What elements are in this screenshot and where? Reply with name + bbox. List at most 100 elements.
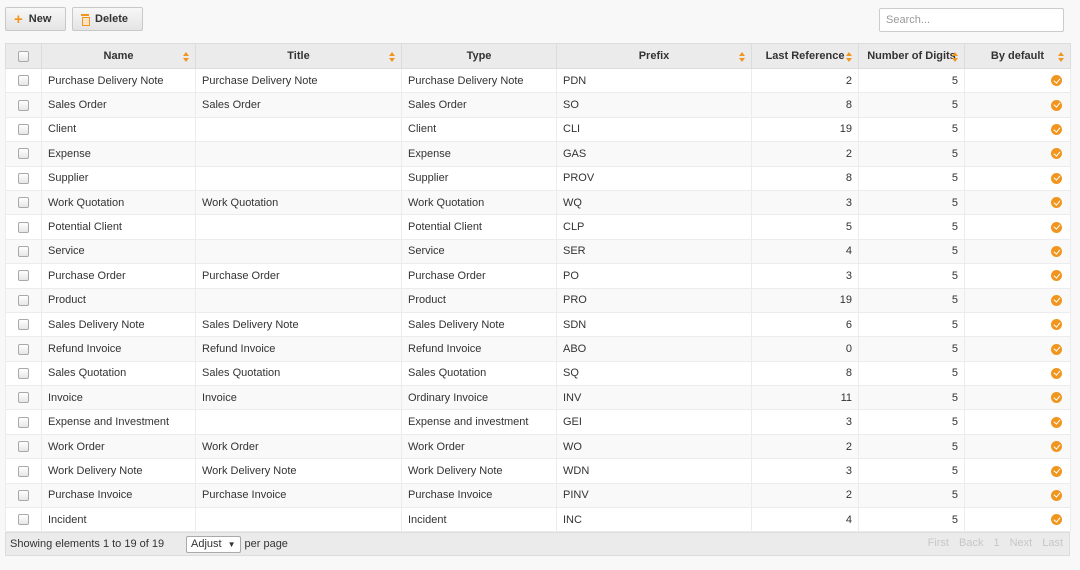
cell-prefix: WQ — [556, 189, 752, 216]
table-row[interactable]: Sales Quotation Sales Quotation Sales Quot… — [5, 360, 1071, 387]
row-checkbox[interactable] — [18, 221, 29, 233]
table-row[interactable]: Expense and Investment Expense and invest… — [5, 409, 1071, 435]
column-header-name[interactable]: Name — [41, 43, 196, 69]
row-checkbox[interactable] — [18, 172, 29, 184]
check-circle-icon — [1051, 99, 1062, 111]
sort-icon[interactable] — [1058, 52, 1065, 62]
cell-last-reference: 2 — [751, 67, 859, 94]
cell-last-reference: 3 — [751, 458, 859, 484]
cell-number-of-digits: 5 — [858, 263, 965, 289]
sort-icon[interactable] — [739, 52, 746, 62]
cell-type: Ordinary Invoice — [401, 385, 557, 411]
row-checkbox[interactable] — [18, 465, 29, 477]
cell-name: Work Quotation — [41, 189, 196, 216]
cell-number-of-digits: 5 — [858, 165, 965, 191]
cell-name: Product — [41, 287, 196, 313]
cell-title: Sales Quotation — [195, 360, 402, 387]
check-circle-icon — [1051, 465, 1062, 477]
row-checkbox[interactable] — [18, 246, 29, 258]
cell-last-reference: 8 — [751, 165, 859, 191]
table-row[interactable]: Product Product PRO 19 5 — [5, 287, 1071, 313]
row-checkbox[interactable] — [18, 319, 29, 331]
first-page-link[interactable]: First — [928, 537, 949, 549]
row-checkbox[interactable] — [18, 148, 29, 160]
check-circle-icon — [1051, 124, 1062, 136]
last-page-link[interactable]: Last — [1042, 537, 1063, 549]
cell-by-default — [964, 189, 1071, 216]
row-select-cell — [5, 482, 42, 509]
table-row[interactable]: Potential Client Potential Client CLP 5 5 — [5, 214, 1071, 240]
row-checkbox[interactable] — [18, 441, 29, 453]
table-row[interactable]: Refund Invoice Refund Invoice Refund Invoi… — [5, 336, 1071, 362]
row-checkbox[interactable] — [18, 392, 29, 404]
table-row[interactable]: Purchase Delivery Note Purchase Delivery … — [5, 67, 1071, 94]
sort-icon[interactable] — [389, 52, 396, 62]
row-select-cell — [5, 67, 42, 94]
cell-by-default — [964, 214, 1071, 240]
column-header-label: Number of Digits — [867, 50, 956, 62]
table-row[interactable]: Expense Expense GAS 2 5 — [5, 141, 1071, 167]
select-all-checkbox[interactable] — [18, 50, 29, 62]
row-checkbox[interactable] — [18, 99, 29, 111]
current-page[interactable]: 1 — [993, 537, 999, 549]
column-header-by-default[interactable]: By default — [964, 43, 1071, 69]
row-checkbox[interactable] — [18, 416, 29, 428]
sort-icon[interactable] — [183, 52, 190, 62]
back-page-link[interactable]: Back — [959, 537, 983, 549]
row-checkbox[interactable] — [18, 75, 29, 87]
table-row[interactable]: Sales Delivery Note Sales Delivery Note Sa… — [5, 311, 1071, 338]
table-row[interactable]: Supplier Supplier PROV 8 5 — [5, 165, 1071, 191]
row-select-cell — [5, 458, 42, 484]
next-page-link[interactable]: Next — [1010, 537, 1033, 549]
page-size-select[interactable]: Adjust ▼ — [186, 535, 241, 553]
cell-prefix: CLP — [556, 214, 752, 240]
cell-last-reference: 2 — [751, 482, 859, 509]
row-checkbox[interactable] — [18, 197, 29, 209]
header-row: Name Title Type Prefix Last Reference Nu… — [5, 43, 1071, 69]
cell-by-default — [964, 311, 1071, 338]
table-row[interactable]: Work Delivery Note Work Delivery Note Work… — [5, 458, 1071, 484]
table-row[interactable]: Purchase Order Purchase Order Purchase Ord… — [5, 263, 1071, 289]
check-circle-icon — [1051, 416, 1062, 428]
row-checkbox[interactable] — [18, 489, 29, 501]
sort-icon[interactable] — [846, 52, 853, 62]
column-header-last-reference[interactable]: Last Reference — [751, 43, 859, 69]
column-header-label: Name — [103, 50, 134, 62]
cell-number-of-digits: 5 — [858, 507, 965, 533]
cell-number-of-digits: 5 — [858, 360, 965, 387]
delete-button[interactable]: Delete — [72, 7, 143, 31]
sort-icon[interactable] — [952, 52, 959, 62]
check-circle-icon — [1051, 441, 1062, 453]
table-row[interactable]: Work Order Work Order Work Order WO 2 5 — [5, 433, 1071, 460]
table-row[interactable]: Purchase Invoice Purchase Invoice Purchase… — [5, 482, 1071, 509]
table-row[interactable]: Work Quotation Work Quotation Work Quotati… — [5, 189, 1071, 216]
cell-by-default — [964, 165, 1071, 191]
cell-by-default — [964, 92, 1071, 118]
cell-last-reference: 4 — [751, 507, 859, 533]
column-header-number-of-digits[interactable]: Number of Digits — [858, 43, 965, 69]
cell-last-reference: 11 — [751, 385, 859, 411]
column-header-type[interactable]: Type — [401, 43, 557, 69]
cell-by-default — [964, 263, 1071, 289]
table-row[interactable]: Sales Order Sales Order Sales Order SO 8 5 — [5, 92, 1071, 118]
row-checkbox[interactable] — [18, 514, 29, 526]
cell-name: Supplier — [41, 165, 196, 191]
table-row[interactable]: Client Client CLI 19 5 — [5, 116, 1071, 143]
table-row[interactable]: Incident Incident INC 4 5 — [5, 507, 1071, 533]
new-button[interactable]: + New — [5, 7, 66, 31]
column-header-title[interactable]: Title — [195, 43, 402, 69]
table-row[interactable]: Service Service SER 4 5 — [5, 238, 1071, 265]
column-header-prefix[interactable]: Prefix — [556, 43, 752, 69]
table-row[interactable]: Invoice Invoice Ordinary Invoice INV 11 5 — [5, 385, 1071, 411]
cell-last-reference: 3 — [751, 409, 859, 435]
row-checkbox[interactable] — [18, 270, 29, 282]
cell-last-reference: 6 — [751, 311, 859, 338]
row-checkbox[interactable] — [18, 343, 29, 355]
cell-by-default — [964, 141, 1071, 167]
row-checkbox[interactable] — [18, 367, 29, 379]
cell-name: Sales Quotation — [41, 360, 196, 387]
cell-last-reference: 2 — [751, 141, 859, 167]
row-checkbox[interactable] — [18, 124, 29, 136]
search-input[interactable] — [879, 8, 1064, 32]
row-checkbox[interactable] — [18, 294, 29, 306]
